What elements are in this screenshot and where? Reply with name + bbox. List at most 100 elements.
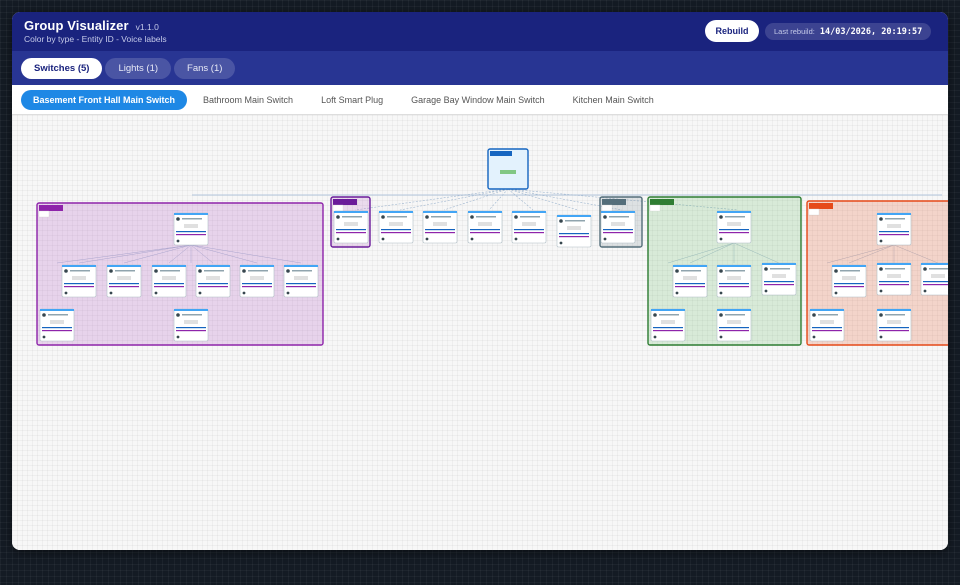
device-node-bar bbox=[174, 213, 208, 215]
device-node-text bbox=[929, 268, 948, 270]
last-rebuild-label: Last rebuild: bbox=[774, 27, 815, 36]
entity-tab-bathroom[interactable]: Bathroom Main Switch bbox=[191, 90, 305, 110]
device-footer-icon bbox=[719, 237, 723, 241]
device-node-text bbox=[387, 216, 407, 218]
app-header: Group Visualizer v1.1.0 Color by type - … bbox=[12, 12, 948, 51]
device-icon bbox=[812, 313, 816, 317]
device-node-bar bbox=[717, 211, 751, 213]
entity-tab-garage-bay[interactable]: Garage Bay Window Main Switch bbox=[399, 90, 557, 110]
rebuild-button[interactable]: Rebuild bbox=[705, 20, 759, 42]
device-node-bar bbox=[832, 265, 866, 267]
device-icon bbox=[242, 269, 246, 273]
device-node-state bbox=[478, 222, 492, 226]
device-footer-icon bbox=[603, 237, 607, 241]
device-icon bbox=[514, 215, 518, 219]
app-subtitle: Color by type - Entity ID - Voice labels bbox=[24, 34, 167, 44]
device-node-line bbox=[834, 286, 864, 288]
device-node-bar bbox=[651, 309, 685, 311]
device-icon bbox=[879, 267, 883, 271]
device-node-state bbox=[887, 274, 901, 278]
device-footer-icon bbox=[425, 237, 429, 241]
device-icon bbox=[176, 313, 180, 317]
device-node-line bbox=[109, 286, 139, 288]
device-node-line bbox=[559, 236, 589, 238]
device-footer-icon bbox=[812, 335, 816, 339]
group-graph bbox=[36, 148, 948, 346]
device-node-line bbox=[923, 284, 948, 286]
device-node-text bbox=[885, 218, 905, 220]
device-node-line bbox=[764, 284, 794, 286]
device-footer-icon bbox=[176, 335, 180, 339]
device-icon bbox=[154, 269, 158, 273]
device-icon bbox=[719, 215, 723, 219]
entity-tab-loft[interactable]: Loft Smart Plug bbox=[309, 90, 395, 110]
device-icon bbox=[109, 269, 113, 273]
device-footer-icon bbox=[176, 239, 180, 243]
device-footer-icon bbox=[923, 289, 927, 293]
device-node-line bbox=[719, 286, 749, 288]
device-node-bar bbox=[152, 265, 186, 267]
device-node-bar bbox=[174, 309, 208, 311]
device-node-text bbox=[160, 270, 180, 272]
device-node-line bbox=[198, 283, 228, 285]
device-node-line bbox=[675, 283, 705, 285]
device-node-line bbox=[154, 286, 184, 288]
connector-line bbox=[507, 188, 534, 211]
tab-fans[interactable]: Fans (1) bbox=[174, 57, 236, 79]
device-node-line bbox=[64, 283, 94, 285]
device-node-line bbox=[879, 327, 909, 329]
device-node-line bbox=[812, 327, 842, 329]
device-node-line bbox=[176, 327, 206, 329]
device-node-line bbox=[834, 283, 864, 285]
group-header-chip bbox=[602, 199, 626, 205]
device-node-bar bbox=[877, 263, 911, 265]
device-footer-icon bbox=[109, 291, 113, 295]
device-node-line bbox=[603, 232, 633, 234]
device-node-text bbox=[725, 216, 745, 218]
device-icon bbox=[603, 215, 607, 219]
graph-canvas[interactable] bbox=[12, 115, 948, 550]
device-node-bar bbox=[717, 265, 751, 267]
group-header-chip bbox=[809, 203, 833, 209]
tab-switches[interactable]: Switches (5) bbox=[21, 57, 103, 79]
device-node-line bbox=[879, 231, 909, 233]
device-icon bbox=[923, 267, 927, 271]
device-icon bbox=[764, 267, 768, 271]
device-node-line bbox=[42, 330, 72, 332]
device-node-line bbox=[470, 232, 500, 234]
type-tab-bar: Switches (5) Lights (1) Fans (1) bbox=[12, 51, 948, 85]
device-node-line bbox=[154, 283, 184, 285]
device-node-text bbox=[292, 270, 312, 272]
device-node-line bbox=[719, 283, 749, 285]
device-footer-icon bbox=[879, 335, 883, 339]
device-icon bbox=[64, 269, 68, 273]
device-node-bar bbox=[240, 265, 274, 267]
device-node-line bbox=[336, 229, 366, 231]
device-footer-icon bbox=[336, 237, 340, 241]
entity-tab-kitchen[interactable]: Kitchen Main Switch bbox=[561, 90, 666, 110]
device-node-bar bbox=[877, 213, 911, 215]
device-node-line bbox=[719, 232, 749, 234]
device-node-text bbox=[609, 216, 629, 218]
device-footer-icon bbox=[64, 291, 68, 295]
device-footer-icon bbox=[381, 237, 385, 241]
device-node-text bbox=[885, 268, 905, 270]
entity-tab-basement-front-hall[interactable]: Basement Front Hall Main Switch bbox=[21, 89, 188, 110]
device-node-text bbox=[204, 270, 224, 272]
device-node-text bbox=[248, 270, 268, 272]
last-rebuild-timestamp: 14/03/2026, 20:19:57 bbox=[819, 26, 923, 37]
device-node-line bbox=[425, 232, 455, 234]
group-info-box bbox=[332, 204, 344, 212]
device-node-state bbox=[162, 276, 176, 280]
device-node-text bbox=[48, 314, 68, 316]
device-node-state bbox=[72, 276, 86, 280]
device-icon bbox=[675, 269, 679, 273]
device-node-bar bbox=[62, 265, 96, 267]
device-node-text bbox=[681, 270, 701, 272]
device-node-line bbox=[719, 229, 749, 231]
device-node-bar bbox=[921, 263, 948, 265]
tab-lights[interactable]: Lights (1) bbox=[105, 57, 172, 79]
device-node-line bbox=[381, 229, 411, 231]
device-node-line bbox=[425, 229, 455, 231]
root-node-state bbox=[500, 170, 516, 174]
